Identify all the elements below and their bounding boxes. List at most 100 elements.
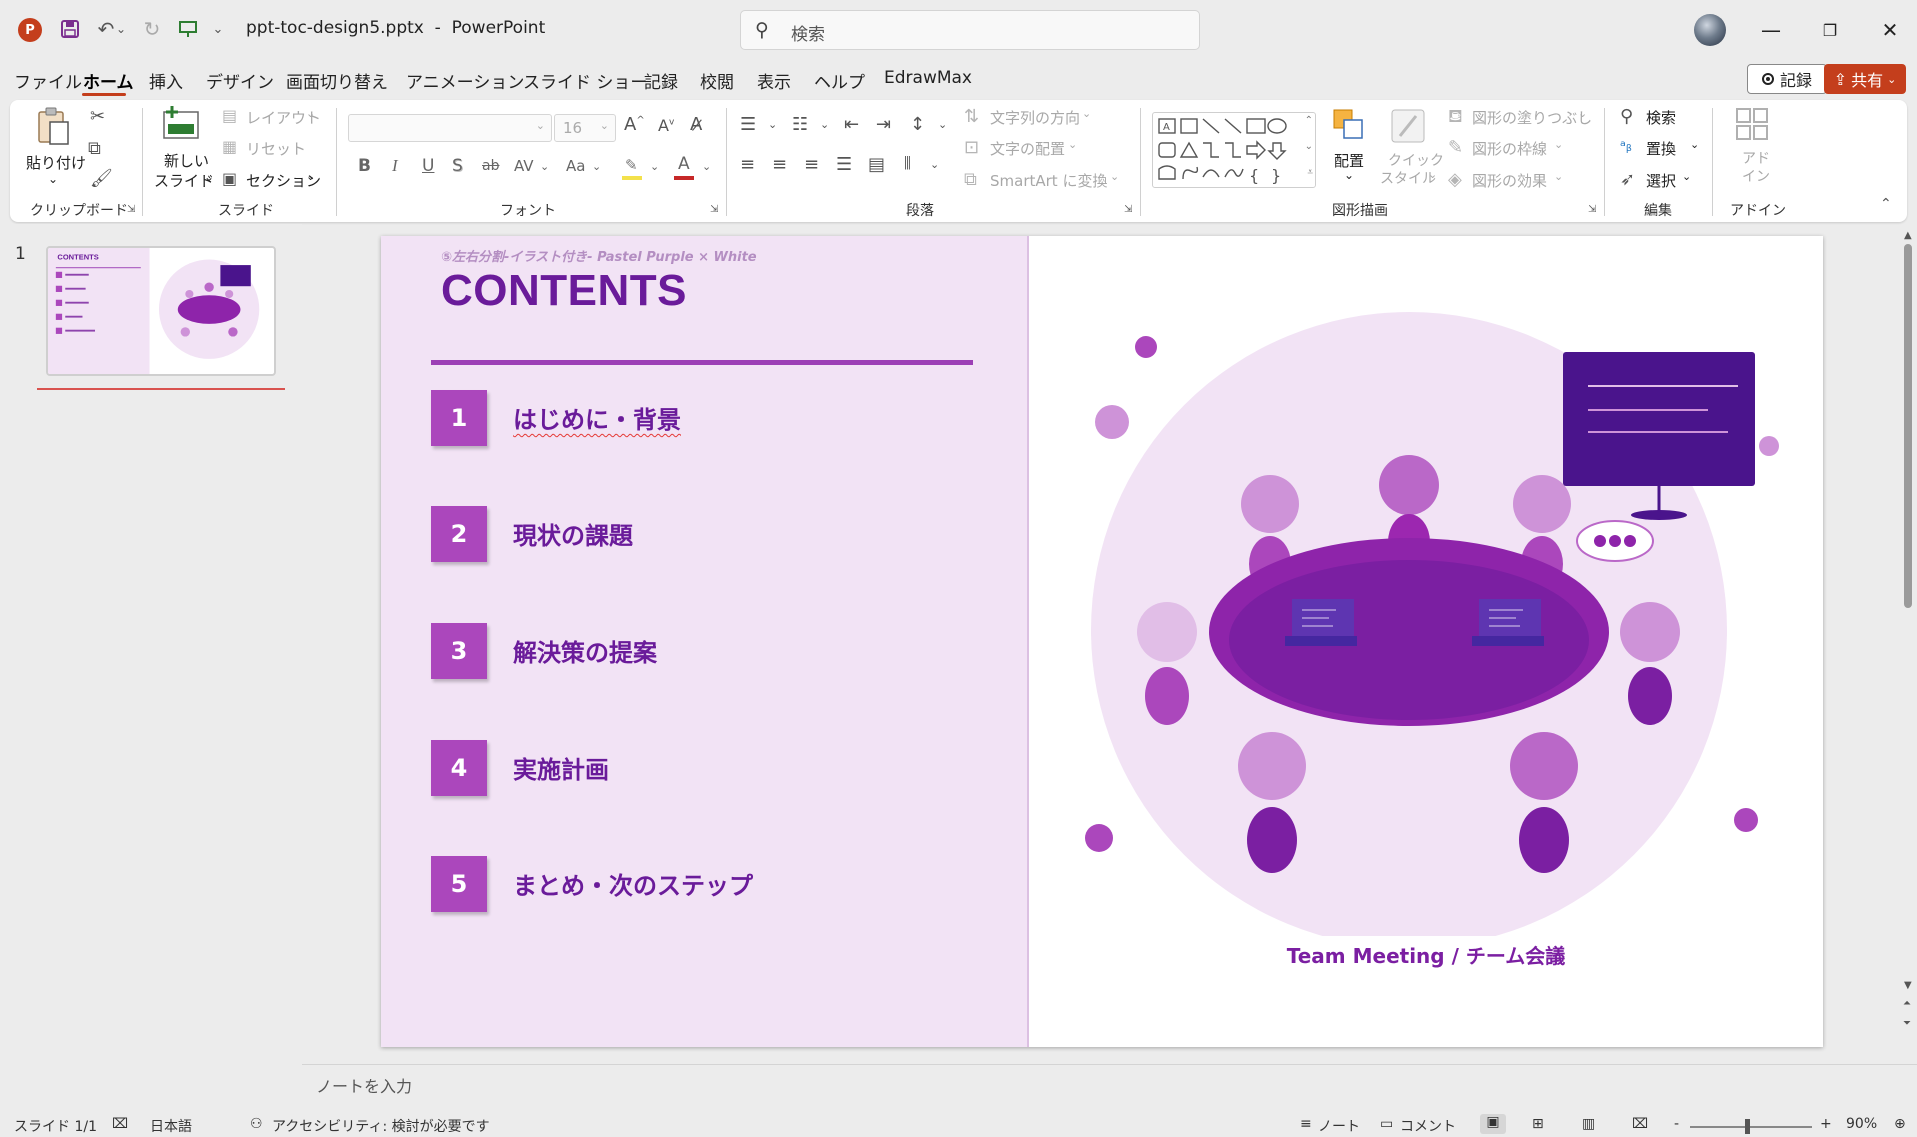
reset-button[interactable]: リセット (246, 138, 306, 159)
tab-transitions[interactable]: 画面切り替え (286, 68, 388, 93)
notes-placeholder[interactable]: ノートを入力 (316, 1073, 412, 1097)
align-text-button[interactable]: 文字の配置 (990, 138, 1065, 159)
illustration-caption[interactable]: Team Meeting / チーム会議 (1029, 940, 1823, 969)
format-painter-icon[interactable]: 🖌 (90, 168, 113, 189)
tab-record[interactable]: 記録 (644, 68, 678, 93)
highlight-color-icon[interactable]: ✎ (622, 156, 644, 180)
zoom-slider[interactable] (1690, 1126, 1812, 1128)
toc-number-2[interactable]: 2 (431, 506, 487, 562)
close-icon[interactable]: ✕ (1870, 14, 1910, 46)
toc-label-1[interactable]: はじめに・背景 (513, 400, 681, 435)
minimize-icon[interactable]: — (1751, 14, 1791, 46)
toc-label-5[interactable]: まとめ・次のステップ (513, 866, 753, 901)
zoom-in-button[interactable]: + (1820, 1116, 1832, 1132)
tab-insert[interactable]: 挿入 (149, 68, 183, 93)
comments-button[interactable]: コメント (1400, 1116, 1456, 1136)
slide-sorter-icon[interactable]: ⊞ (1532, 1116, 1544, 1132)
scroll-up-icon[interactable]: ▲ (1904, 230, 1912, 241)
reading-view-icon[interactable]: ▥ (1582, 1116, 1595, 1132)
tab-slideshow[interactable]: スライド ショー (523, 68, 647, 93)
dialog-launcher-icon[interactable]: ⇲ (1124, 204, 1132, 215)
addins-button[interactable]: アド イン (1716, 106, 1788, 188)
align-left-icon[interactable]: ≡ (740, 154, 755, 175)
tab-animations[interactable]: アニメーション (406, 68, 524, 93)
zoom-slider-thumb[interactable] (1745, 1119, 1750, 1134)
align-right-icon[interactable]: ≡ (804, 154, 819, 175)
save-icon[interactable] (56, 14, 84, 44)
tab-design[interactable]: デザイン (206, 68, 274, 93)
tab-home[interactable]: ホーム (83, 68, 134, 93)
arrange-button[interactable]: 配置 ⌄ (1326, 106, 1374, 188)
slide-thumbnail[interactable]: CONTENTS (46, 246, 276, 376)
avatar[interactable] (1694, 14, 1726, 46)
spellcheck-icon[interactable]: ⌧ (112, 1116, 128, 1132)
strikethrough-icon[interactable]: ab (482, 158, 499, 174)
restore-icon[interactable]: ❐ (1810, 14, 1850, 46)
new-slide-button[interactable]: 新しい スライド ⌄ (152, 106, 214, 192)
fit-to-window-icon[interactable]: ⊕ (1894, 1116, 1906, 1132)
redo-icon[interactable]: ↻ (138, 14, 166, 44)
cut-icon[interactable]: ✂ (90, 106, 105, 127)
record-button[interactable]: 記録 (1747, 64, 1827, 94)
decrease-font-icon[interactable]: Av (658, 116, 674, 135)
italic-icon[interactable]: I (392, 156, 398, 176)
zoom-level[interactable]: 90% (1846, 1116, 1877, 1132)
justify-icon[interactable]: ☰ (836, 154, 852, 175)
clear-formatting-icon[interactable]: A̷ (690, 114, 702, 135)
shapes-gallery[interactable]: A { } ⌃ ⌄ ⩡ (1152, 112, 1316, 188)
align-center-icon[interactable]: ≡ (772, 154, 787, 175)
notes-pane[interactable] (302, 1064, 1917, 1108)
customize-toolbar-icon[interactable]: ⌄ (210, 14, 226, 44)
undo-dropdown-icon[interactable]: ⌄ (114, 14, 128, 44)
change-case-icon[interactable]: Aa (566, 157, 585, 175)
tab-help[interactable]: ヘルプ (814, 68, 865, 93)
font-size-select[interactable]: 16 ⌄ (554, 114, 616, 142)
smartart-button[interactable]: SmartArt に変換 (990, 170, 1107, 191)
notes-button[interactable]: ノート (1318, 1116, 1360, 1136)
numbering-icon[interactable]: ☷ (792, 114, 808, 135)
dialog-launcher-icon[interactable]: ⇲ (710, 204, 718, 215)
share-button[interactable]: ⇪ 共有 ⌄ (1824, 64, 1906, 94)
select-button[interactable]: 選択 (1646, 170, 1676, 191)
shape-fill-button[interactable]: 図形の塗りつぶし (1472, 107, 1592, 128)
dialog-launcher-icon[interactable]: ⇲ (1588, 204, 1596, 215)
collapse-ribbon-icon[interactable]: ⌃ (1880, 196, 1892, 212)
zoom-out-button[interactable]: - (1674, 1116, 1679, 1132)
present-icon[interactable] (174, 14, 202, 44)
toc-number-5[interactable]: 5 (431, 856, 487, 912)
scroll-down-icon[interactable]: ▼ (1904, 980, 1912, 991)
slideshow-view-icon[interactable]: ⌧ (1632, 1116, 1648, 1132)
toc-number-4[interactable]: 4 (431, 740, 487, 796)
increase-font-icon[interactable]: A^ (624, 114, 645, 135)
find-button[interactable]: 検索 (1646, 107, 1676, 128)
tab-edrawmax[interactable]: EdrawMax (884, 68, 972, 88)
shape-outline-button[interactable]: 図形の枠線 (1472, 138, 1547, 159)
next-slide-icon[interactable]: ⏷ (1903, 1018, 1911, 1029)
replace-button[interactable]: 置換 (1646, 138, 1676, 159)
slide-title[interactable]: CONTENTS (441, 266, 687, 316)
language-status[interactable]: 日本語 (150, 1116, 192, 1136)
paste-button[interactable]: 貼り付け ⌄ (22, 106, 86, 192)
tab-view[interactable]: 表示 (757, 68, 791, 93)
increase-indent-icon[interactable]: ⇥ (876, 114, 891, 135)
normal-view-icon[interactable]: ▣ (1480, 1114, 1506, 1134)
font-family-select[interactable]: ⌄ (348, 114, 552, 142)
search-input[interactable]: ⚲ 検索 (740, 10, 1200, 50)
shadow-icon[interactable]: S (452, 156, 463, 176)
dialog-launcher-icon[interactable]: ⇲ (127, 204, 135, 215)
columns-icon[interactable]: ⫼ (904, 154, 911, 172)
bold-icon[interactable]: B (358, 156, 371, 176)
slide-canvas[interactable]: ⑤左右分割-イラスト付き- Pastel Purple × White CONT… (381, 236, 1823, 1047)
vertical-scrollbar[interactable] (1904, 244, 1912, 608)
toc-label-3[interactable]: 解決策の提案 (513, 633, 657, 668)
accessibility-status[interactable]: アクセシビリティ: 検討が必要です (272, 1116, 490, 1136)
decrease-indent-icon[interactable]: ⇤ (844, 114, 859, 135)
slide-subtitle[interactable]: ⑤左右分割-イラスト付き- Pastel Purple × White (441, 246, 757, 265)
distributed-icon[interactable]: ▤ (868, 154, 885, 175)
copy-icon[interactable]: ⧉ (88, 138, 101, 159)
underline-icon[interactable]: U (422, 156, 434, 176)
font-color-icon[interactable]: A (674, 154, 696, 180)
character-spacing-icon[interactable]: AV (514, 157, 534, 175)
toc-label-4[interactable]: 実施計画 (513, 750, 609, 785)
bullets-icon[interactable]: ☰ (740, 114, 756, 135)
